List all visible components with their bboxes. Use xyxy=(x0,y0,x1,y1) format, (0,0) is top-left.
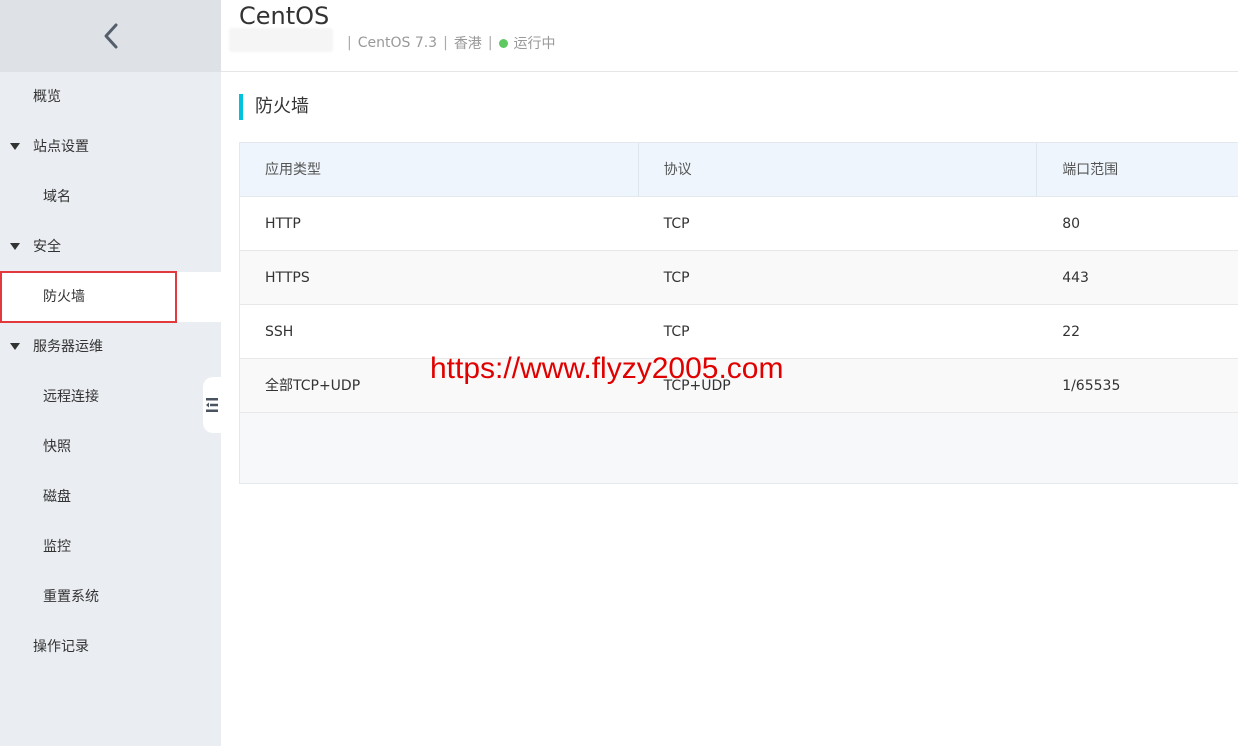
caret-down-icon xyxy=(10,143,20,150)
sidebar-item-label: 站点设置 xyxy=(33,139,89,155)
sidebar-item-firewall[interactable]: 防火墙 xyxy=(0,272,221,322)
column-header-protocol: 协议 xyxy=(639,143,1038,196)
sidebar-item-label: 防火墙 xyxy=(43,289,85,305)
caret-down-icon xyxy=(10,243,20,250)
cell-app-type: HTTP xyxy=(265,216,301,232)
sidebar-item-label: 远程连接 xyxy=(43,389,99,405)
sidebar-item-server-ops[interactable]: 服务器运维 xyxy=(0,322,221,372)
chevron-left-icon xyxy=(104,23,117,49)
table-row: 全部TCP+UDP TCP+UDP 1/65535 xyxy=(240,359,1238,413)
table-footer xyxy=(240,413,1238,483)
caret-down-icon xyxy=(10,343,20,350)
sidebar-item-overview[interactable]: 概览 xyxy=(0,72,221,122)
cell-protocol: TCP xyxy=(663,270,690,286)
sidebar-item-label: 域名 xyxy=(43,189,71,205)
sidebar-item-snapshot[interactable]: 快照 xyxy=(0,422,221,472)
page-header: CentOS | CentOS 7.3 | 香港 | 运行中 xyxy=(221,0,1238,72)
status-badge: 运行中 xyxy=(513,36,556,52)
table-row: SSH TCP 22 xyxy=(240,305,1238,359)
sidebar-item-label: 监控 xyxy=(43,539,71,555)
sidebar-item-label: 重置系统 xyxy=(43,589,99,605)
cell-protocol: TCP+UDP xyxy=(663,378,731,394)
separator: | xyxy=(443,35,448,51)
instance-meta: | CentOS 7.3 | 香港 | 运行中 xyxy=(341,33,556,53)
cell-port-range: 22 xyxy=(1062,324,1081,340)
sidebar-item-security[interactable]: 安全 xyxy=(0,222,221,272)
collapse-menu-icon xyxy=(206,398,218,412)
sidebar-collapse-toggle[interactable] xyxy=(203,377,221,433)
sidebar-item-label: 概览 xyxy=(33,89,61,105)
sidebar-item-label: 安全 xyxy=(33,239,61,255)
cell-app-type: HTTPS xyxy=(265,270,310,286)
sidebar-item-disk[interactable]: 磁盘 xyxy=(0,472,221,522)
sidebar-item-label: 快照 xyxy=(43,439,71,455)
section-title: 防火墙 xyxy=(239,94,309,120)
instance-name-redacted xyxy=(229,28,333,52)
sidebar-item-label: 操作记录 xyxy=(33,639,89,655)
sidebar-item-label: 服务器运维 xyxy=(33,339,103,355)
back-button[interactable] xyxy=(0,0,221,72)
separator: | xyxy=(487,35,493,51)
table-body: HTTP TCP 80 HTTPS TCP 443 SSH TCP 22 全部T… xyxy=(240,197,1238,413)
cell-app-type: SSH xyxy=(265,324,294,340)
firewall-table: 应用类型 协议 端口范围 HTTP TCP 80 HTTPS TCP 443 S… xyxy=(239,142,1238,484)
sidebar-item-operation-log[interactable]: 操作记录 xyxy=(0,622,221,672)
sidebar: 概览 站点设置 域名 安全 防火墙 服务器运维 远程连接 快照 磁盘 监控 重置… xyxy=(0,0,221,746)
table-row: HTTP TCP 80 xyxy=(240,197,1238,251)
sidebar-item-reset-system[interactable]: 重置系统 xyxy=(0,572,221,622)
sidebar-item-label: 磁盘 xyxy=(43,489,71,505)
status-dot-icon xyxy=(498,38,508,48)
cell-port-range: 80 xyxy=(1062,216,1081,232)
sidebar-item-monitor[interactable]: 监控 xyxy=(0,522,221,572)
os-version: CentOS 7.3 xyxy=(357,35,438,51)
separator: | xyxy=(347,35,352,51)
cell-protocol: TCP xyxy=(663,216,690,232)
cell-port-range: 443 xyxy=(1062,270,1089,286)
cell-app-type: 全部TCP+UDP xyxy=(265,378,361,394)
sidebar-item-remote-connect[interactable]: 远程连接 xyxy=(0,372,221,422)
column-header-port-range: 端口范围 xyxy=(1062,162,1119,178)
table-header: 应用类型 协议 端口范围 xyxy=(240,143,1238,197)
cell-protocol: TCP xyxy=(663,324,690,340)
sidebar-nav: 概览 站点设置 域名 安全 防火墙 服务器运维 远程连接 快照 磁盘 监控 重置… xyxy=(0,72,221,672)
cell-port-range: 1/65535 xyxy=(1062,378,1121,394)
sidebar-item-domain[interactable]: 域名 xyxy=(0,172,221,222)
column-header-app-type: 应用类型 xyxy=(240,143,639,196)
table-row: HTTPS TCP 443 xyxy=(240,251,1238,305)
sidebar-item-site-settings[interactable]: 站点设置 xyxy=(0,122,221,172)
region: 香港 xyxy=(453,36,482,52)
